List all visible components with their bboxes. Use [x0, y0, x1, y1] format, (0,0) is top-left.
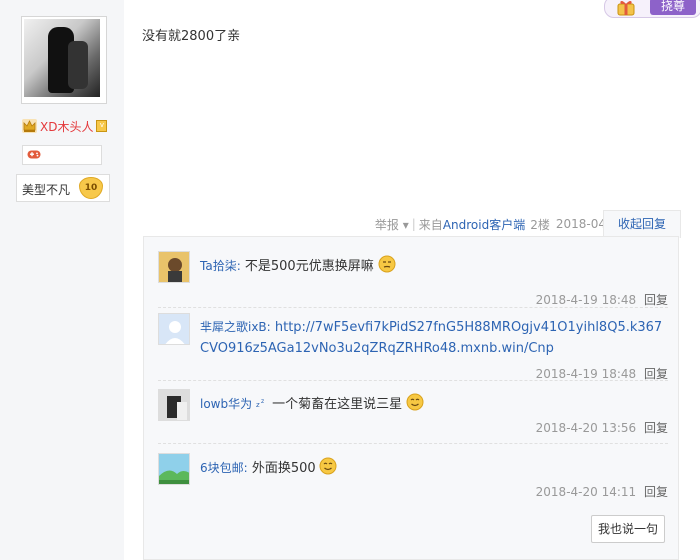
reply-avatar[interactable]	[158, 389, 190, 421]
reply-meta: 2018-4-19 18:48 回复	[536, 365, 668, 382]
reply-body: lowb华为 z z 一个菊畜在这里说三星	[200, 393, 666, 415]
user-sidebar: XD木头人 v 美型不凡 10	[0, 0, 124, 560]
reply-item: Ta拾柒: 不是500元优惠换屏嘛 2018-4-19 18:48 回复	[158, 251, 668, 308]
client-source-link[interactable]: Android客户端	[443, 216, 525, 233]
reply-body: 芈犀之歌ixB: http://7wF5evfi7kPidS27fnG5H88M…	[200, 317, 670, 359]
reply-avatar[interactable]	[158, 251, 190, 283]
badge-box	[22, 145, 102, 165]
level-box[interactable]: 美型不凡 10	[16, 174, 110, 202]
avatar-image	[24, 19, 100, 97]
bear-button[interactable]: 挠尊	[650, 0, 696, 15]
user-avatar[interactable]	[21, 16, 107, 104]
reply-button[interactable]: 回复	[644, 367, 668, 381]
reply-meta: 2018-4-19 18:48 回复	[536, 291, 668, 308]
source-prefix: 来自	[418, 217, 443, 232]
reply-avatar[interactable]	[158, 313, 190, 345]
vip-icon: v	[96, 120, 108, 132]
reply-time: 2018-4-19 18:48	[535, 293, 637, 307]
sleep-zz-icon: z z	[256, 398, 264, 409]
crown-icon	[22, 119, 37, 133]
reply-text: 一个菊畜在这里说三星	[267, 397, 403, 412]
reply-meta: 2018-4-20 14:11 回复	[536, 483, 668, 500]
reply-button[interactable]: 回复	[644, 485, 668, 499]
svg-text:z: z	[261, 398, 264, 405]
tail-separator: |	[411, 217, 416, 231]
reply-meta: 2018-4-20 13:56 回复	[536, 419, 668, 436]
gift-icon[interactable]	[616, 0, 636, 16]
emoji-smile-icon	[319, 457, 337, 475]
reply-body: Ta拾柒: 不是500元优惠换屏嘛	[200, 255, 666, 277]
gamepad-icon[interactable]	[27, 149, 41, 160]
avatar-image	[159, 390, 189, 420]
reply-time: 2018-4-19 18:48	[535, 367, 637, 381]
report-link[interactable]: 举报 ▾	[375, 216, 409, 233]
reply-avatar[interactable]	[158, 453, 190, 485]
floor-number: 2楼	[530, 217, 550, 232]
reply-time: 2018-4-20 14:11	[535, 485, 637, 499]
avatar-image	[159, 454, 189, 484]
emoji-smirk-icon	[378, 255, 396, 273]
reply-username[interactable]: 6块包邮:	[200, 461, 248, 475]
username-row: XD木头人 v	[22, 118, 108, 135]
say-something-button[interactable]: 我也说一句	[591, 515, 665, 543]
reply-text: 外面换500	[247, 461, 316, 476]
level-name: 美型不凡	[22, 183, 71, 197]
reply-item: lowb华为 z z 一个菊畜在这里说三星 2018-4-20 13:56 回复	[158, 389, 668, 444]
top-right-widget: 挠尊	[604, 0, 700, 18]
emoji-smile-icon	[406, 393, 424, 411]
avatar-image	[159, 252, 189, 282]
svg-text:z: z	[256, 401, 260, 408]
reply-text: 不是500元优惠换屏嘛	[240, 259, 374, 274]
post-content: 没有就2800了亲	[142, 29, 241, 44]
reply-username[interactable]: Ta拾柒:	[200, 259, 241, 273]
reply-username[interactable]: 芈犀之歌ixB:	[200, 320, 271, 334]
collapse-replies-button[interactable]: 收起回复	[603, 210, 681, 238]
reply-item: 6块包邮: 外面换500 2018-4-20 14:11 回复	[158, 453, 668, 511]
reply-item: 芈犀之歌ixB: http://7wF5evfi7kPidS27fnG5H88M…	[158, 313, 668, 381]
username-link[interactable]: XD木头人	[40, 118, 93, 135]
reply-button[interactable]: 回复	[644, 421, 668, 435]
reply-username[interactable]: lowb华为	[200, 397, 252, 411]
reply-list: Ta拾柒: 不是500元优惠换屏嘛 2018-4-19 18:48 回复 芈犀之…	[143, 236, 679, 560]
reply-body: 6块包邮: 外面换500	[200, 457, 666, 479]
level-badge: 10	[79, 177, 103, 199]
reply-time: 2018-4-20 13:56	[535, 421, 637, 435]
reply-button[interactable]: 回复	[644, 293, 668, 307]
default-avatar-icon	[159, 314, 189, 344]
